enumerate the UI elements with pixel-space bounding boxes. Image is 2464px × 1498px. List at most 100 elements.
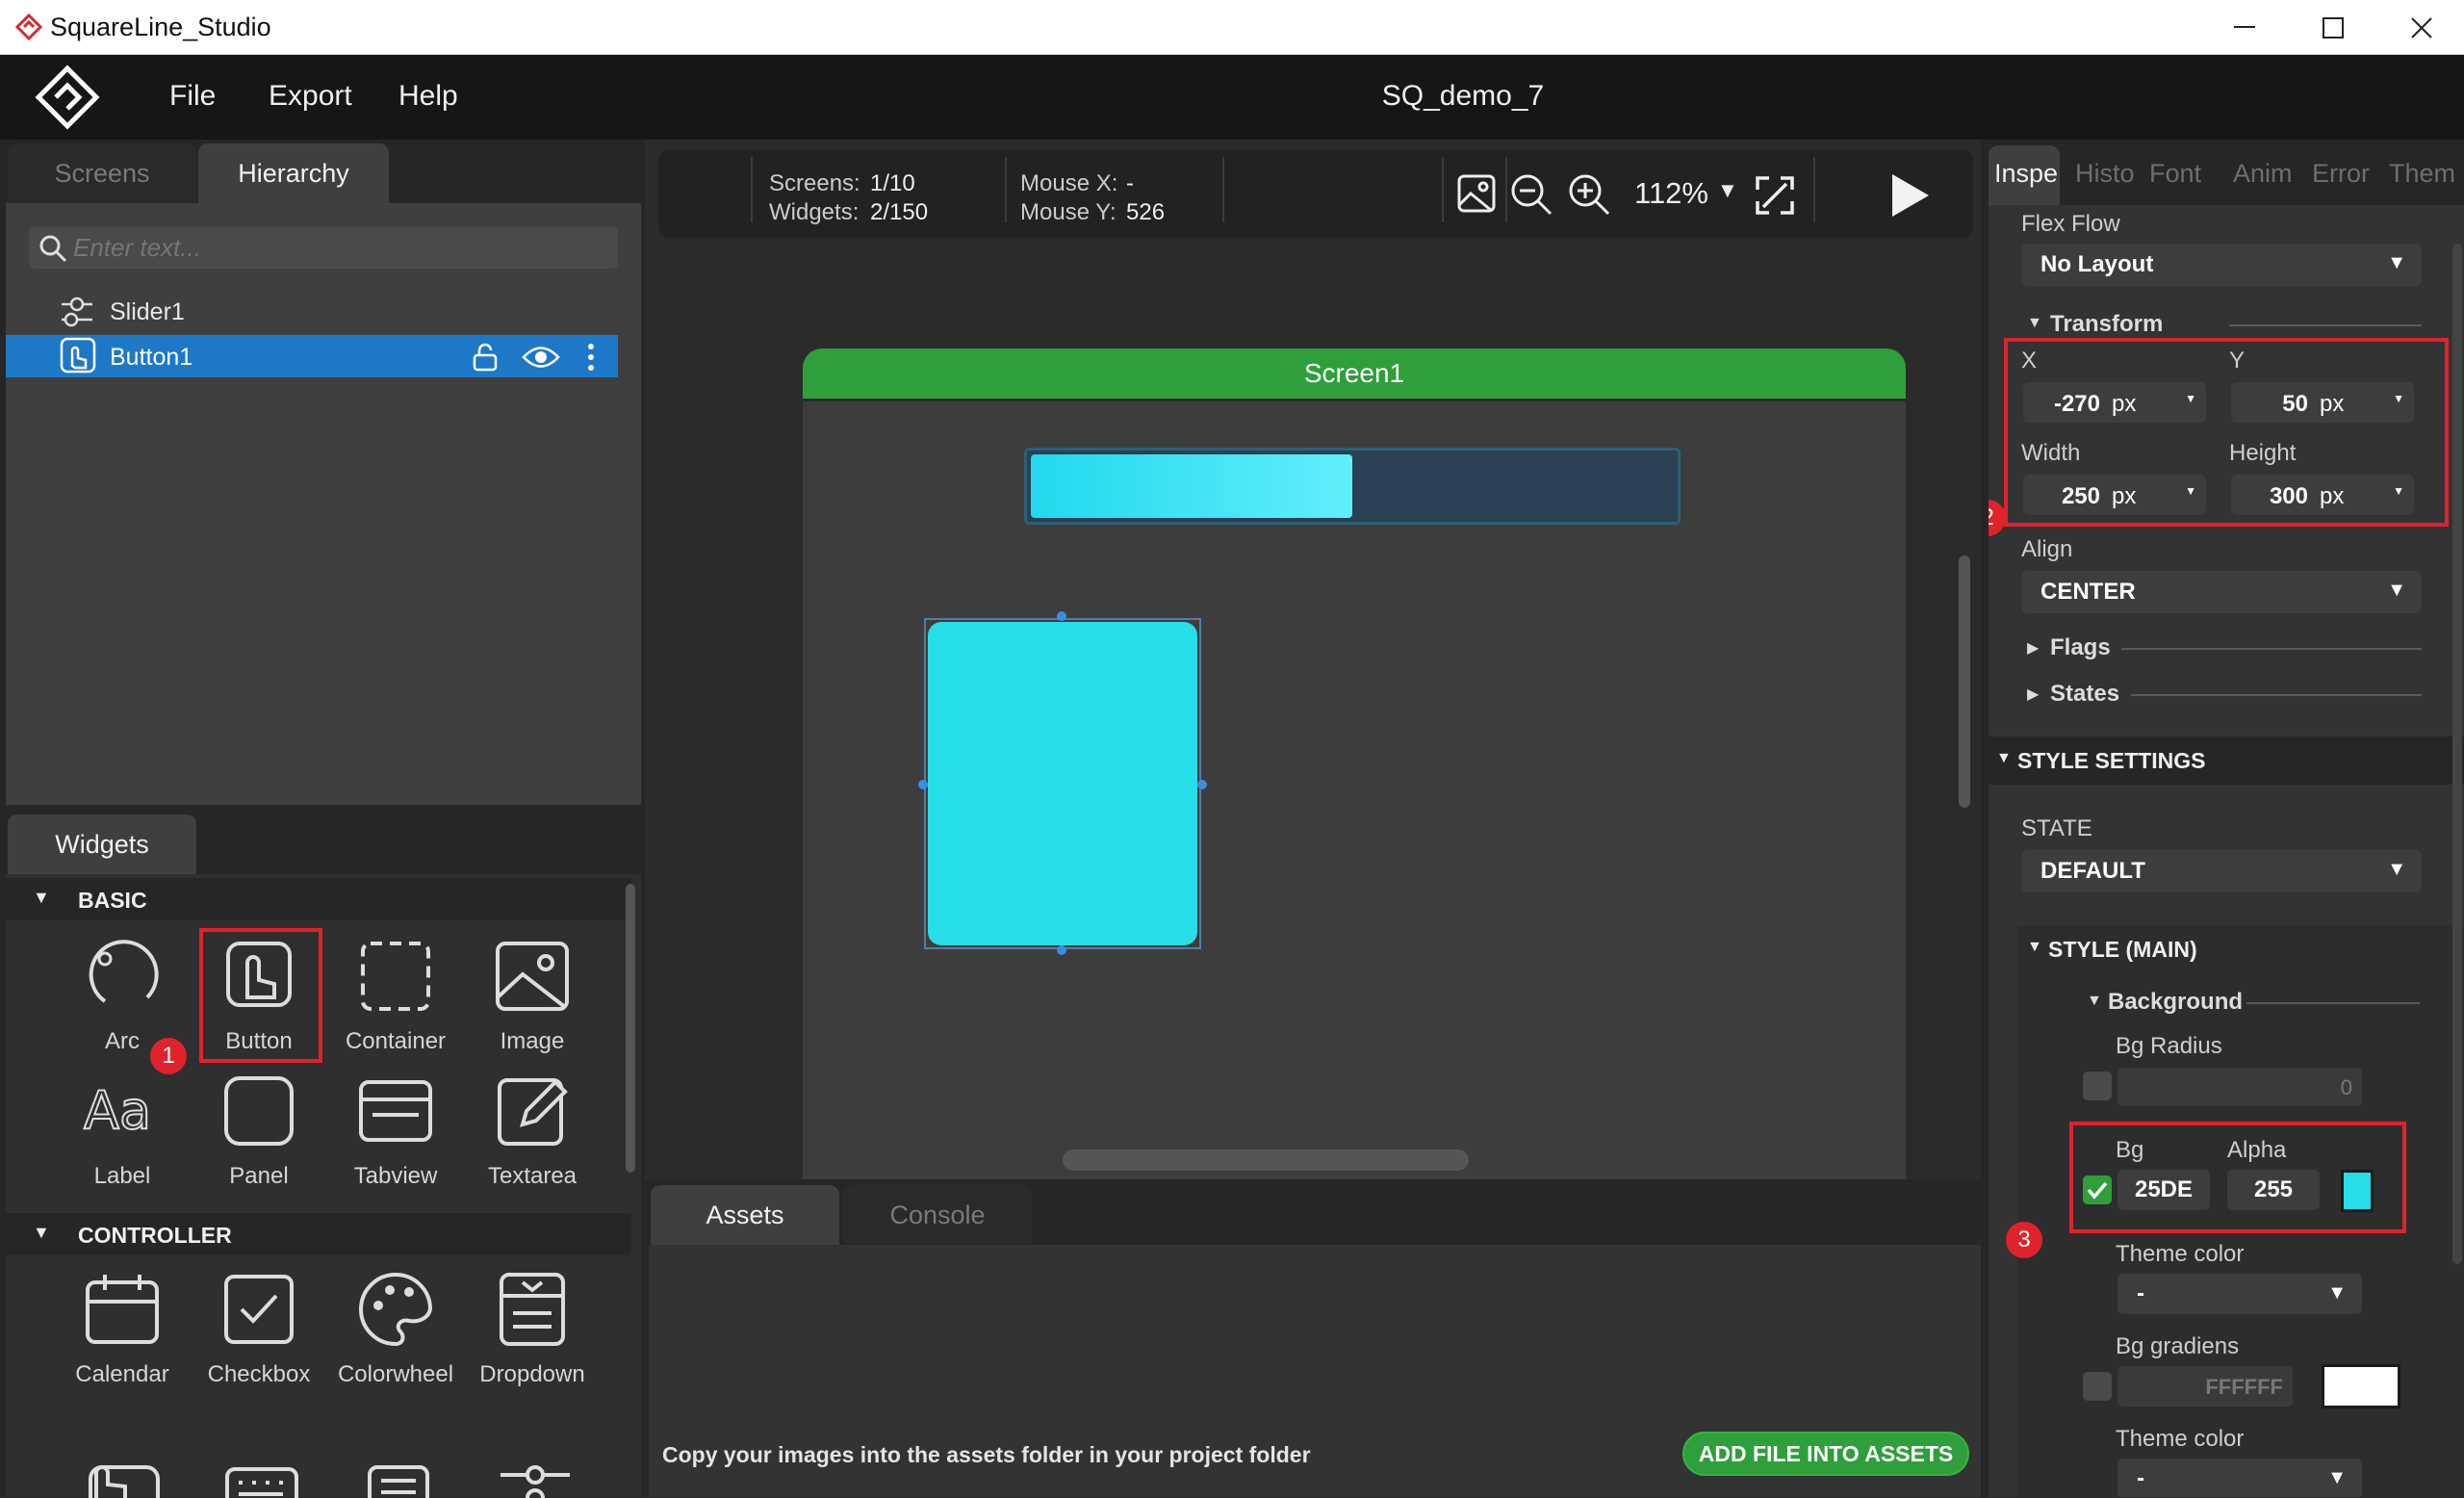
- style-settings-header[interactable]: ▼ STYLE SETTINGS: [1989, 736, 2464, 785]
- menu-file[interactable]: File: [169, 80, 216, 113]
- state-dropdown[interactable]: DEFAULT ▼: [2021, 850, 2422, 892]
- tab-inspector[interactable]: Inspe: [1994, 159, 2058, 189]
- bg-color-swatch[interactable]: [2341, 1170, 2374, 1212]
- list-icon[interactable]: [360, 1465, 437, 1498]
- keyboard-hand-icon[interactable]: [87, 1465, 164, 1498]
- tab-error[interactable]: Error: [2312, 159, 2370, 189]
- widget-image[interactable]: Image: [470, 932, 595, 1062]
- theme-color2-dropdown[interactable]: - ▼: [2118, 1459, 2362, 1497]
- alpha-label: Alpha: [2227, 1137, 2287, 1163]
- tab-themes[interactable]: Them: [2389, 159, 2455, 189]
- window-title: SquareLine_Studio: [50, 13, 271, 41]
- tab-font[interactable]: Font: [2149, 159, 2201, 189]
- fit-screen-icon[interactable]: [1754, 174, 1796, 217]
- add-file-button[interactable]: ADD FILE INTO ASSETS: [1682, 1432, 1969, 1476]
- widget-colorwheel[interactable]: Colorwheel: [333, 1265, 458, 1395]
- x-field[interactable]: -270 px ▼: [2023, 382, 2206, 423]
- widget-checkbox[interactable]: Checkbox: [196, 1265, 321, 1395]
- hierarchy-panel: Slider1 Button1: [6, 203, 641, 805]
- tab-history[interactable]: Histo: [2075, 159, 2135, 189]
- bg-color-field[interactable]: 25DE: [2118, 1170, 2210, 1210]
- widget-label-widget[interactable]: Aa Label: [60, 1067, 185, 1197]
- eye-icon[interactable]: [522, 345, 560, 370]
- background-title[interactable]: Background: [2108, 989, 2243, 1016]
- widget-calendar[interactable]: Calendar: [60, 1265, 185, 1395]
- slider-widget[interactable]: [1024, 448, 1681, 525]
- bg-radius-checkbox[interactable]: [2083, 1072, 2112, 1100]
- zoom-dropdown-icon[interactable]: ▼: [1717, 178, 1738, 203]
- align-dropdown[interactable]: CENTER ▼: [2021, 571, 2422, 613]
- widget-dropdown[interactable]: Dropdown: [470, 1265, 595, 1395]
- squareline-logo-icon[interactable]: [35, 65, 100, 130]
- button-icon: [60, 337, 96, 375]
- inspector-scrollbar[interactable]: [2452, 244, 2462, 1264]
- canvas-horizontal-scrollbar[interactable]: [1063, 1149, 1469, 1171]
- menu-help[interactable]: Help: [398, 80, 458, 113]
- divider: [1442, 157, 1444, 222]
- resize-handle-top[interactable]: [1057, 611, 1066, 621]
- widget-panel[interactable]: Panel: [196, 1067, 321, 1197]
- section-controller[interactable]: ▼ CONTROLLER: [6, 1213, 631, 1255]
- divider: [751, 157, 753, 222]
- widgets-scrollbar[interactable]: [626, 884, 635, 1173]
- section-basic[interactable]: ▼ BASIC: [6, 878, 631, 920]
- screen-title-bar[interactable]: Screen1: [803, 349, 1906, 399]
- gradient-color-swatch[interactable]: [2322, 1364, 2400, 1408]
- resize-handle-left[interactable]: [918, 780, 928, 789]
- flags-title[interactable]: Flags: [2050, 634, 2111, 661]
- slider-widget-icon[interactable]: [497, 1465, 574, 1498]
- y-field[interactable]: 50 px ▼: [2231, 382, 2414, 423]
- theme-color-dropdown[interactable]: - ▼: [2118, 1274, 2362, 1314]
- screen-title: Screen1: [1303, 358, 1405, 388]
- widget-container[interactable]: Container: [333, 932, 458, 1062]
- search-input[interactable]: [73, 230, 603, 265]
- unit-dropdown-icon[interactable]: ▼: [2393, 392, 2404, 405]
- canvas-vertical-scrollbar[interactable]: [1959, 555, 1970, 808]
- app-logo-icon: [15, 13, 42, 40]
- widget-tabview[interactable]: Tabview: [333, 1067, 458, 1197]
- bg-checkbox[interactable]: [2083, 1175, 2112, 1204]
- menu-export[interactable]: Export: [269, 80, 352, 113]
- bg-radius-field[interactable]: 0: [2118, 1068, 2362, 1106]
- maximize-button[interactable]: [2289, 0, 2377, 55]
- flex-flow-label: Flex Flow: [2021, 211, 2120, 237]
- more-options-icon[interactable]: [587, 343, 595, 372]
- tab-assets[interactable]: Assets: [651, 1185, 839, 1245]
- bg-radius-value: 0: [2340, 1075, 2352, 1099]
- widget-textarea[interactable]: Textarea: [470, 1067, 595, 1197]
- minimize-button[interactable]: [2200, 0, 2289, 55]
- unlock-icon[interactable]: [472, 343, 499, 372]
- bg-gradient-field[interactable]: FFFFFF: [2118, 1366, 2293, 1407]
- flex-flow-dropdown[interactable]: No Layout ▼: [2021, 244, 2422, 286]
- keyboard-icon[interactable]: [223, 1465, 300, 1498]
- button-widget[interactable]: [928, 622, 1197, 945]
- tab-console[interactable]: Console: [843, 1185, 1032, 1245]
- tab-widgets[interactable]: Widgets: [8, 814, 196, 874]
- menu-bar: File Export Help SQ_demo_7: [0, 55, 2464, 140]
- transform-title[interactable]: Transform: [2050, 311, 2163, 338]
- style-main-title[interactable]: STYLE (MAIN): [2048, 937, 2197, 963]
- bg-gradient-checkbox[interactable]: [2083, 1372, 2112, 1401]
- tab-screens[interactable]: Screens: [8, 143, 196, 203]
- hierarchy-search[interactable]: [29, 226, 618, 269]
- zoom-out-icon[interactable]: [1509, 172, 1553, 217]
- unit-dropdown-icon[interactable]: ▼: [2185, 484, 2196, 498]
- close-button[interactable]: [2377, 0, 2464, 55]
- resize-handle-right[interactable]: [1197, 780, 1207, 789]
- screen-canvas[interactable]: [803, 401, 1906, 1189]
- states-title[interactable]: States: [2050, 681, 2119, 708]
- screenshot-image-icon[interactable]: [1457, 174, 1496, 213]
- unit-dropdown-icon[interactable]: ▼: [2185, 392, 2196, 405]
- height-field[interactable]: 300 px ▼: [2231, 475, 2414, 515]
- width-field[interactable]: 250 px ▼: [2023, 475, 2206, 515]
- hierarchy-item-button1[interactable]: Button1: [6, 335, 618, 377]
- resize-handle-bottom[interactable]: [1057, 945, 1066, 955]
- hierarchy-item-slider1[interactable]: Slider1: [6, 290, 641, 332]
- play-icon[interactable]: [1888, 172, 1931, 219]
- tab-animation[interactable]: Anim: [2233, 159, 2293, 189]
- alpha-field[interactable]: 255: [2227, 1170, 2320, 1210]
- unit-dropdown-icon[interactable]: ▼: [2393, 484, 2404, 498]
- zoom-level[interactable]: 112%: [1634, 176, 1708, 211]
- tab-hierarchy[interactable]: Hierarchy: [198, 143, 389, 203]
- zoom-in-icon[interactable]: [1567, 172, 1611, 217]
